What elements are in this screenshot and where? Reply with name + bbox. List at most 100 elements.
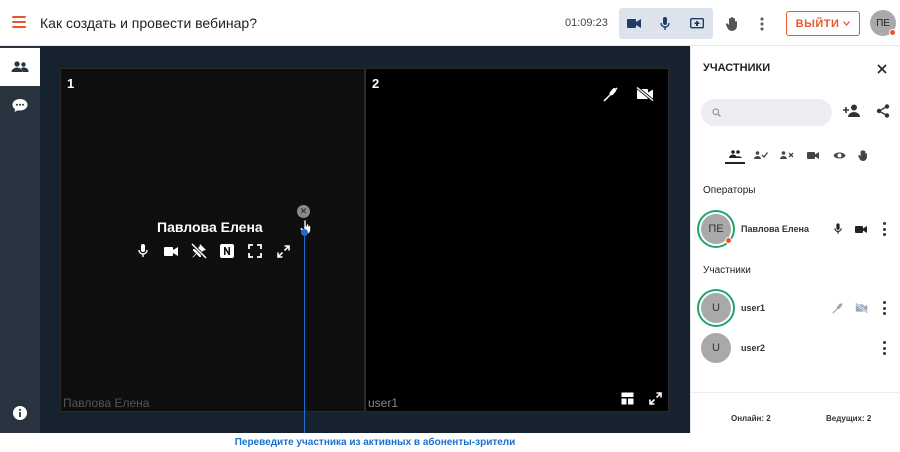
participant-mic-button[interactable] — [831, 301, 845, 315]
annotation-caption: Переведите участника из активных в абоне… — [234, 437, 516, 448]
group-icon — [728, 150, 742, 158]
video-stage: 1 Павлова Елена ✕ Павлова Елена 2 user1 — [40, 46, 690, 433]
remove-from-active-button[interactable]: ✕ — [297, 205, 310, 218]
mic-icon — [834, 223, 842, 234]
tile-moderator-button[interactable] — [217, 241, 237, 261]
more-options-button[interactable] — [747, 8, 777, 39]
screen-share-icon — [690, 17, 704, 28]
tile-expand-button[interactable] — [273, 241, 293, 261]
avatar-initials: ПЕ — [708, 223, 724, 235]
filter-hands-tab[interactable] — [853, 146, 873, 164]
video-tile[interactable]: 2 user1 — [365, 68, 669, 412]
fullscreen-icon — [248, 244, 262, 258]
tile-participant-name: Павлова Елена — [63, 396, 150, 410]
add-user-icon — [843, 104, 860, 117]
participant-camera-button[interactable] — [854, 301, 868, 315]
participant-mic-button[interactable] — [831, 222, 845, 236]
participant-more-button[interactable] — [881, 222, 887, 236]
user-avatar[interactable]: ПЕ — [870, 10, 896, 36]
participant-more-button[interactable] — [881, 341, 887, 355]
layout-icon — [621, 392, 633, 404]
status-dot — [889, 29, 896, 36]
rail-participants-tab[interactable] — [0, 48, 40, 86]
raise-hand-icon — [726, 16, 737, 31]
camera-icon — [855, 225, 867, 233]
avatar: U — [701, 333, 731, 363]
chevron-down-icon — [843, 21, 851, 26]
participant-row[interactable]: U user2 — [691, 331, 900, 367]
user-avatar-initials: ПЕ — [876, 17, 890, 29]
tile-fullscreen-button[interactable] — [245, 241, 265, 261]
raise-hand-button[interactable] — [717, 8, 747, 39]
users-x-icon — [780, 151, 794, 159]
participant-name: Павлова Елена — [741, 224, 809, 234]
camera-icon — [627, 19, 641, 28]
participant-more-button[interactable] — [881, 301, 887, 315]
eye-icon — [833, 152, 845, 158]
tile-mic-button[interactable] — [133, 241, 153, 261]
tile-participant-name: user1 — [368, 396, 399, 410]
tile-unpin-button[interactable] — [189, 241, 209, 261]
n-badge-icon — [220, 244, 234, 258]
close-icon: ✕ — [299, 206, 308, 216]
screen-share-button[interactable] — [682, 8, 712, 39]
tile-camera-off-indicator — [634, 83, 656, 105]
filter-video-tab[interactable] — [803, 146, 823, 164]
tile-camera-button[interactable] — [161, 241, 181, 261]
mic-icon — [660, 16, 670, 30]
participant-camera-button[interactable] — [854, 222, 868, 236]
tile-controls — [133, 241, 301, 261]
avatar: U — [701, 293, 731, 323]
camera-icon — [807, 151, 819, 159]
rail-chat-tab[interactable] — [0, 86, 40, 124]
mic-off-icon — [603, 87, 618, 102]
filter-removed-tab[interactable] — [777, 146, 797, 164]
mic-off-icon — [832, 303, 843, 314]
info-icon — [13, 406, 27, 420]
avatar-initials: U — [712, 342, 720, 354]
annotation-pointer-line — [304, 232, 305, 433]
camera-off-icon — [636, 87, 654, 101]
expand-icon — [648, 391, 662, 405]
raise-hand-icon — [858, 149, 867, 161]
more-icon — [760, 17, 764, 30]
participant-search-input[interactable] — [701, 99, 832, 126]
mic-icon — [138, 244, 148, 257]
avatar-initials: U — [712, 302, 720, 314]
participant-name: user1 — [741, 303, 766, 313]
camera-toggle-button[interactable] — [619, 8, 649, 39]
top-bar: Как создать и провести вебинар? 01:09:23… — [0, 0, 900, 46]
rail-info-button[interactable] — [0, 394, 40, 432]
camera-off-icon — [854, 303, 868, 313]
status-dot — [725, 237, 732, 244]
exit-button[interactable]: ВЫЙТИ — [786, 11, 860, 36]
share-button[interactable] — [876, 104, 890, 123]
users-check-icon — [754, 151, 768, 159]
hosts-count: Ведущих: 2 — [826, 414, 872, 423]
participants-section-label: Участники — [703, 265, 751, 276]
filter-approved-tab[interactable] — [751, 146, 771, 164]
session-timer: 01:09:23 — [565, 17, 608, 29]
tile-overlay-name: Павлова Елена — [157, 219, 263, 235]
panel-close-button[interactable] — [877, 61, 887, 79]
filter-all-tab[interactable] — [725, 146, 745, 164]
close-icon — [877, 64, 887, 74]
menu-icon[interactable] — [12, 16, 26, 28]
exit-button-label: ВЫЙТИ — [795, 17, 840, 30]
video-tile[interactable]: 1 Павлова Елена ✕ Павлова Елена — [60, 68, 365, 412]
add-participant-button[interactable] — [843, 104, 861, 122]
tile-expand-button[interactable] — [644, 387, 666, 409]
divider — [691, 392, 900, 393]
filter-viewers-tab[interactable] — [829, 146, 849, 164]
tile-layout-button[interactable] — [616, 387, 638, 409]
participants-icon — [11, 61, 29, 72]
side-rail — [0, 46, 40, 433]
tile-mic-muted-indicator — [600, 83, 622, 105]
chat-icon — [12, 98, 28, 112]
participant-row[interactable]: ПЕ Павлова Елена — [691, 212, 900, 248]
avatar: ПЕ — [701, 214, 732, 244]
participant-row[interactable]: U user1 — [691, 291, 900, 327]
pin-off-icon — [191, 243, 207, 259]
mic-toggle-button[interactable] — [650, 8, 680, 39]
page-title: Как создать и провести вебинар? — [40, 15, 257, 31]
